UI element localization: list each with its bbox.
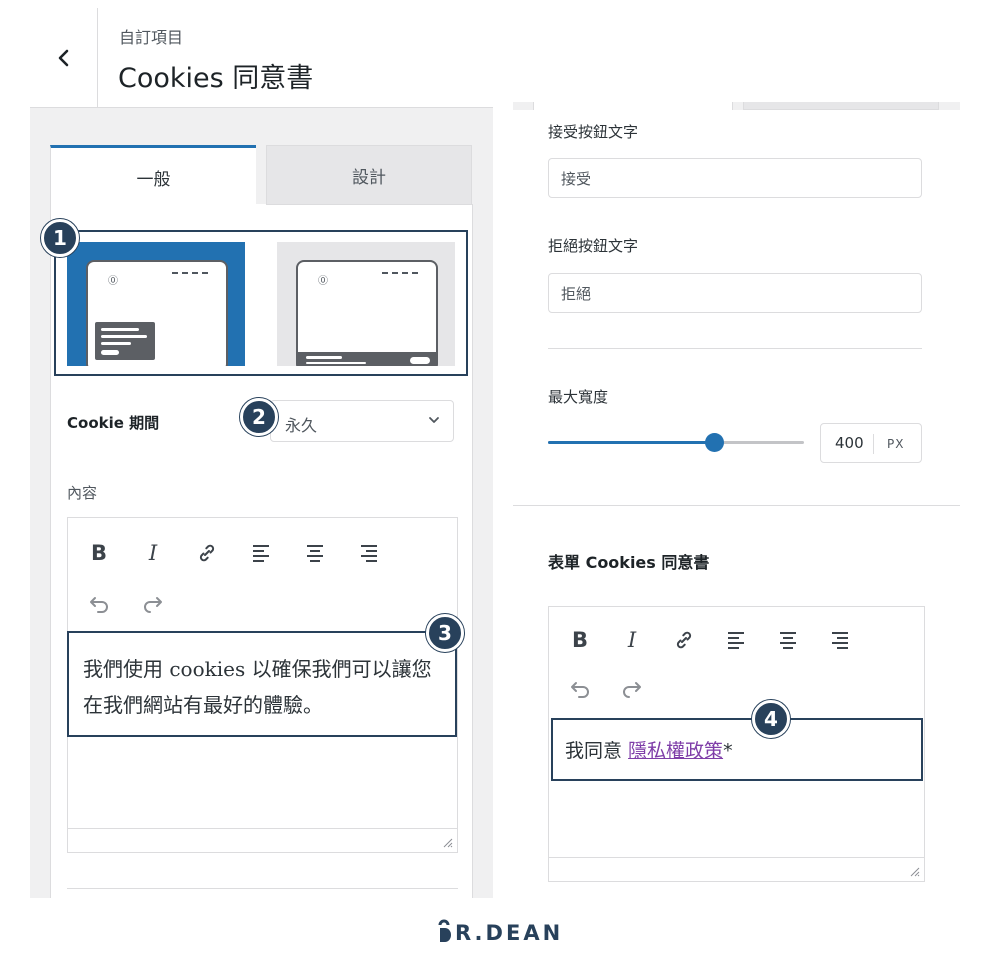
redo-icon [623, 682, 641, 698]
chevron-left-icon [58, 49, 68, 67]
italic-button[interactable]: I [617, 625, 647, 655]
align-left-icon [728, 632, 744, 649]
bold-button[interactable]: B [84, 538, 114, 568]
divider [548, 348, 922, 349]
align-right-button[interactable] [354, 538, 384, 568]
layout-option-popup[interactable]: ⓪ [67, 242, 245, 366]
slider-fill [548, 441, 715, 444]
back-button[interactable] [30, 8, 98, 108]
chevron-down-icon [429, 417, 439, 423]
decline-button-label: 拒絕按鈕文字 [548, 237, 639, 255]
panel-header: 自訂項目 Cookies 同意書 [30, 8, 493, 108]
redo-button[interactable] [138, 588, 168, 618]
accept-button-label: 接受按鈕文字 [548, 123, 639, 141]
annotation-badge-3: 3 [426, 614, 464, 652]
brand-logo: R.DEAN [437, 918, 563, 948]
menu-dashes [172, 272, 208, 275]
resize-grip-icon[interactable] [441, 836, 453, 848]
form-consent-title: 表單 Cookies 同意書 [548, 553, 710, 572]
max-width-label: 最大寬度 [548, 388, 609, 406]
consent-prefix: 我同意 [565, 740, 629, 762]
popup-preview: ⓪ [86, 260, 228, 366]
align-center-icon [307, 545, 323, 562]
align-right-icon [832, 632, 848, 649]
align-center-button[interactable] [773, 625, 803, 655]
unit-separator [873, 434, 874, 454]
undo-button[interactable] [565, 673, 595, 703]
tab-design[interactable]: 設計 [266, 145, 472, 205]
editor-statusbar [549, 857, 924, 881]
menu-dashes [382, 272, 418, 275]
align-center-icon [780, 632, 796, 649]
bar-box [298, 352, 436, 366]
popup-box [95, 322, 155, 360]
link-button[interactable] [669, 625, 699, 655]
link-icon [676, 631, 692, 649]
max-width-value: 400 [835, 434, 864, 452]
content-label: 內容 [67, 484, 98, 502]
undo-icon [571, 682, 589, 698]
decline-button-text-input[interactable]: 拒絕 [548, 273, 922, 313]
divider [67, 888, 458, 889]
undo-button[interactable] [84, 588, 114, 618]
redo-button[interactable] [617, 673, 647, 703]
tab-general-edge [533, 102, 733, 110]
page-title: Cookies 同意書 [118, 63, 314, 94]
max-width-slider[interactable] [548, 433, 804, 452]
brand-mark-icon [438, 919, 451, 942]
brand-text: R.DEAN [455, 921, 564, 945]
cookie-period-label: Cookie 期間 [67, 414, 160, 432]
resize-grip-icon[interactable] [908, 865, 920, 877]
italic-button[interactable]: I [138, 538, 168, 568]
form-consent-text: 我同意 隱私權政策* [565, 736, 733, 763]
editor-statusbar [68, 828, 457, 852]
redo-icon [144, 597, 162, 613]
bold-button[interactable]: B [565, 625, 595, 655]
privacy-policy-link[interactable]: 隱私權政策 [628, 740, 723, 762]
bar-preview: ⓪ [296, 260, 438, 366]
wordpress-icon: ⓪ [108, 276, 118, 287]
content-text: 我們使用 cookies 以確保我們可以讓您在我們網站有最好的體驗。 [83, 657, 432, 717]
align-left-icon [253, 545, 269, 562]
link-button[interactable] [192, 538, 222, 568]
tab-general[interactable]: 一般 [50, 145, 256, 207]
max-width-input[interactable]: 400 PX [820, 423, 922, 463]
annotation-badge-4: 4 [752, 700, 790, 738]
align-left-button[interactable] [246, 538, 276, 568]
cookie-period-select[interactable]: 永久 [270, 400, 454, 442]
link-icon [199, 544, 215, 562]
annotation-badge-2: 2 [240, 398, 278, 436]
cookie-period-value: 永久 [285, 416, 318, 435]
annotation-badge-1: 1 [41, 219, 79, 257]
layout-option-bar[interactable]: ⓪ [277, 242, 455, 366]
layout-chooser: ⓪ ⓪ [54, 230, 468, 376]
max-width-unit: PX [887, 437, 905, 451]
align-right-button[interactable] [825, 625, 855, 655]
breadcrumb: 自訂項目 [119, 28, 184, 47]
wordpress-icon: ⓪ [318, 276, 328, 287]
undo-icon [90, 597, 108, 613]
form-consent-editor-body[interactable]: 我同意 隱私權政策* [551, 718, 923, 781]
align-left-button[interactable] [721, 625, 751, 655]
align-right-icon [361, 545, 377, 562]
content-editor-body[interactable]: 我們使用 cookies 以確保我們可以讓您在我們網站有最好的體驗。 [67, 631, 457, 737]
accept-button-text-input[interactable]: 接受 [548, 158, 922, 198]
required-asterisk: * [723, 740, 733, 762]
align-center-button[interactable] [300, 538, 330, 568]
tab-design-edge [743, 102, 939, 110]
